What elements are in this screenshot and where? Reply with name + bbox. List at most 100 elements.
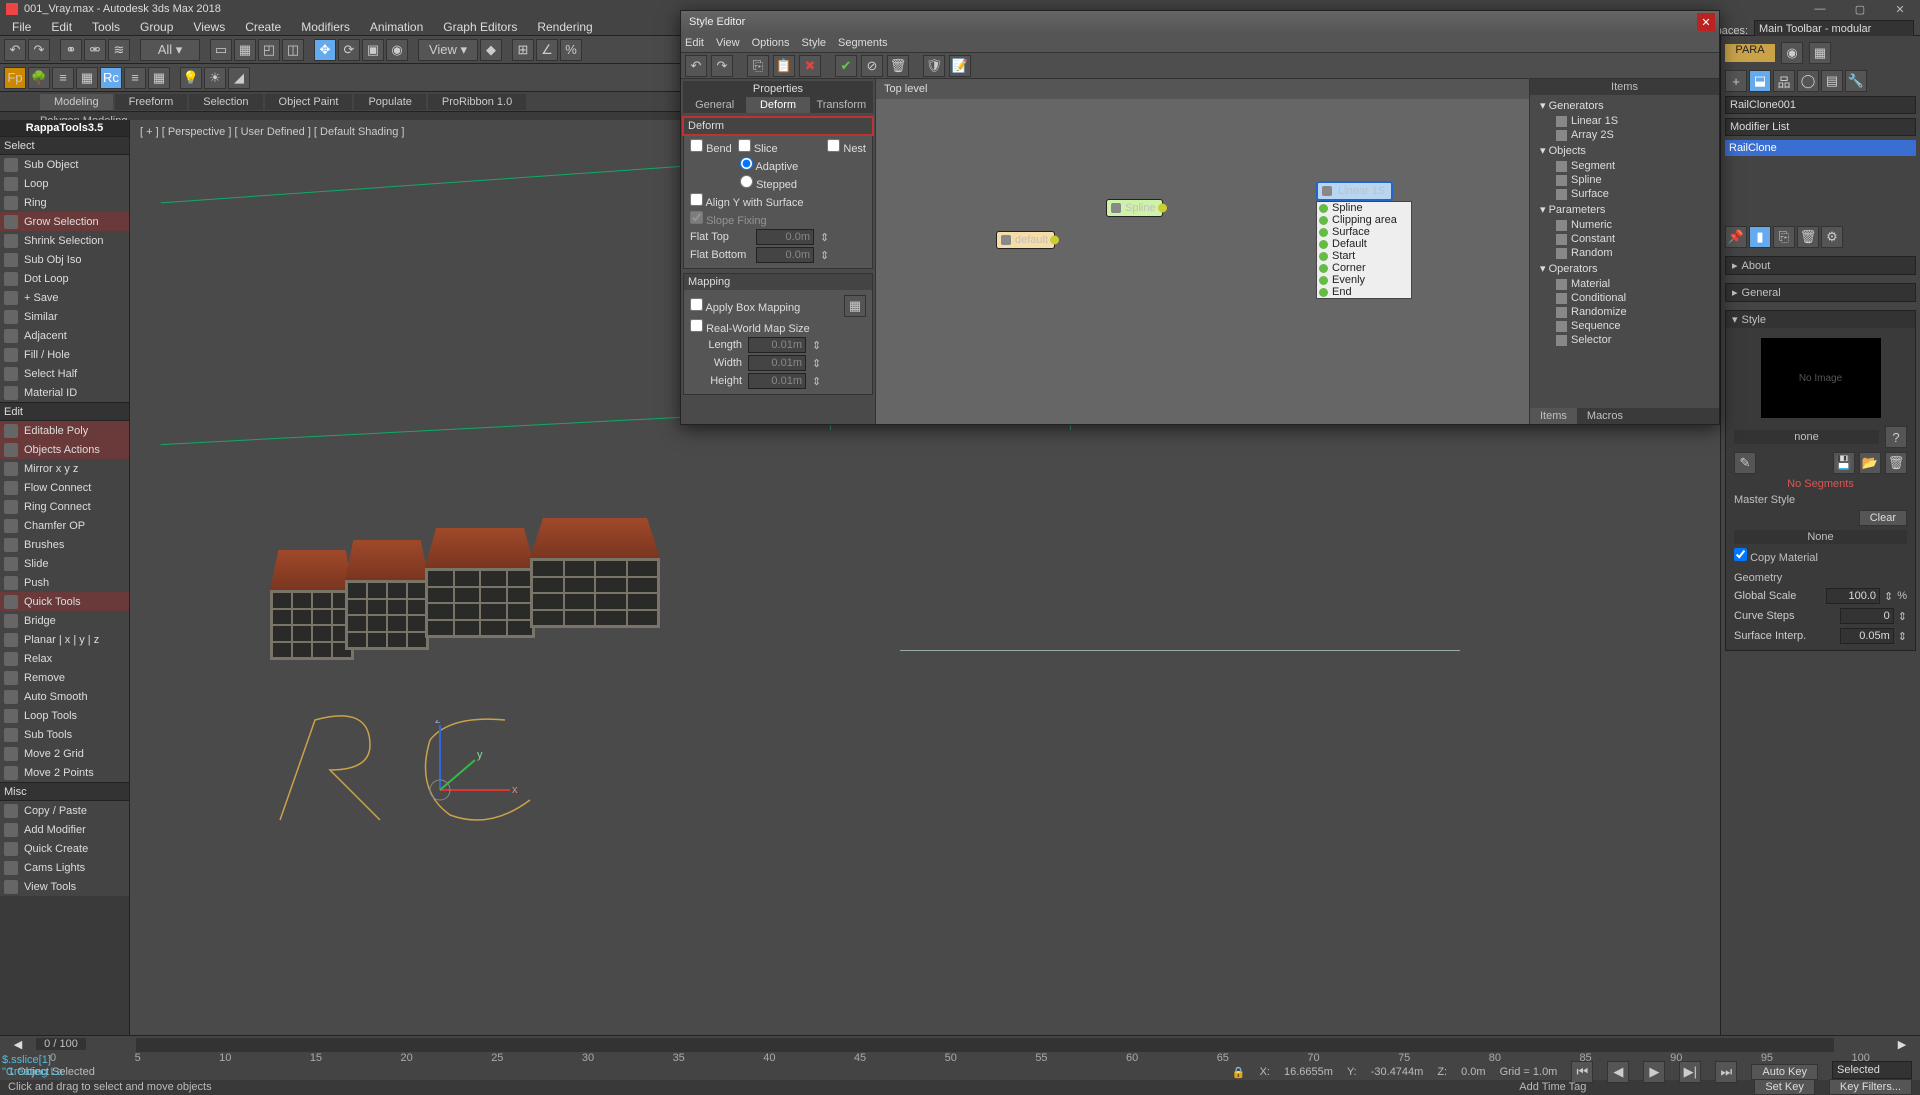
percent-snap-icon[interactable]: %: [560, 39, 582, 61]
lp-select-half[interactable]: Select Half: [0, 364, 129, 383]
lp-planar-x-y-z[interactable]: Planar | x | y | z: [0, 630, 129, 649]
tab-create-icon[interactable]: +: [1725, 70, 1747, 92]
node-default[interactable]: default: [996, 231, 1055, 249]
lp-brushes[interactable]: Brushes: [0, 535, 129, 554]
time-slider[interactable]: [136, 1038, 1834, 1052]
se-menu-options[interactable]: Options: [752, 37, 790, 49]
snap-icon[interactable]: ⊞: [512, 39, 534, 61]
coord-z[interactable]: 0.0m: [1461, 1066, 1485, 1078]
master-style-value[interactable]: None: [1734, 530, 1907, 544]
se-redo-icon[interactable]: ↷: [711, 55, 733, 77]
se-tab-deform[interactable]: Deform: [746, 97, 809, 113]
se-copy-icon[interactable]: ⎘: [747, 55, 769, 77]
subtab-selection[interactable]: Selection: [189, 94, 262, 110]
style-editor-menu[interactable]: EditViewOptionsStyleSegments: [681, 33, 1719, 53]
modifier-list-dropdown[interactable]: Modifier List: [1725, 118, 1916, 136]
style-delete-icon[interactable]: 🗑: [1885, 452, 1907, 474]
lp-remove[interactable]: Remove: [0, 668, 129, 687]
linear-input-start[interactable]: Start: [1317, 250, 1411, 262]
undo-icon[interactable]: ↶: [4, 39, 26, 61]
select-rect-icon[interactable]: ◰: [258, 39, 280, 61]
object-name-field[interactable]: [1725, 96, 1916, 114]
style-edit-icon[interactable]: ✎: [1734, 452, 1756, 474]
angle-snap-icon[interactable]: ∠: [536, 39, 558, 61]
box-mapping-checkbox[interactable]: Apply Box Mapping: [690, 298, 800, 314]
setkey-button[interactable]: Set Key: [1754, 1079, 1815, 1095]
tree-item-random[interactable]: Random: [1534, 246, 1715, 260]
menu-tools[interactable]: Tools: [84, 20, 128, 34]
lp-fill-hole[interactable]: Fill / Hole: [0, 345, 129, 364]
tree-item-linear-1s[interactable]: Linear 1S: [1534, 114, 1715, 128]
rollout-general[interactable]: ▸ General: [1726, 284, 1915, 301]
modifier-railclone[interactable]: RailClone: [1725, 140, 1916, 156]
global-scale-field[interactable]: [1826, 588, 1880, 604]
rc-list-icon[interactable]: ≡: [124, 67, 146, 89]
lp-mirror-x-y-z[interactable]: Mirror x y z: [0, 459, 129, 478]
se-menu-segments[interactable]: Segments: [838, 37, 888, 49]
menu-create[interactable]: Create: [237, 20, 289, 34]
macros-tab[interactable]: Macros: [1577, 408, 1633, 424]
lp-view-tools[interactable]: View Tools: [0, 877, 129, 896]
list-icon[interactable]: ≡: [52, 67, 74, 89]
nest-checkbox[interactable]: Nest: [827, 139, 866, 155]
listener-line1[interactable]: $.sslice[1]: [2, 1054, 63, 1066]
style-browse-icon[interactable]: ?: [1885, 426, 1907, 448]
maximize-button[interactable]: ▢: [1840, 0, 1880, 18]
tree-item-surface[interactable]: Surface: [1534, 187, 1715, 201]
lp--save[interactable]: + Save: [0, 288, 129, 307]
select-window-icon[interactable]: ◫: [282, 39, 304, 61]
items-tab[interactable]: Items: [1530, 408, 1577, 424]
lp-sub-tools[interactable]: Sub Tools: [0, 725, 129, 744]
cmd-modify-icon[interactable]: ▦: [1809, 42, 1831, 64]
add-time-tag[interactable]: Add Time Tag: [1519, 1081, 1586, 1093]
configure-icon[interactable]: ⚙: [1821, 226, 1843, 248]
cmd-create-icon[interactable]: ◉: [1781, 42, 1803, 64]
se-undo-icon[interactable]: ↶: [685, 55, 707, 77]
adaptive-radio[interactable]: Adaptive: [740, 157, 798, 173]
autokey-button[interactable]: Auto Key: [1751, 1064, 1818, 1080]
real-world-checkbox[interactable]: Real-World Map Size: [690, 319, 810, 335]
lp-bridge[interactable]: Bridge: [0, 611, 129, 630]
subtab-freeform[interactable]: Freeform: [115, 94, 188, 110]
lp-move-2-points[interactable]: Move 2 Points: [0, 763, 129, 782]
ref-coord-dropdown[interactable]: View ▾: [418, 39, 478, 61]
map-height-field[interactable]: [748, 373, 806, 389]
forest-icon[interactable]: Fp: [4, 67, 26, 89]
style-editor-close-icon[interactable]: ✕: [1697, 13, 1715, 31]
se-menu-edit[interactable]: Edit: [685, 37, 704, 49]
select-name-icon[interactable]: ▦: [234, 39, 256, 61]
lp-relax[interactable]: Relax: [0, 649, 129, 668]
style-load-icon[interactable]: 📂: [1859, 452, 1881, 474]
tree-item-spline[interactable]: Spline: [1534, 173, 1715, 187]
se-node-graph[interactable]: Top level Spline default Linear 1S Splin…: [876, 79, 1529, 424]
se-trash-icon[interactable]: 🗑: [887, 55, 909, 77]
pin-stack-icon[interactable]: 📌: [1725, 226, 1747, 248]
lp-dot-loop[interactable]: Dot Loop: [0, 269, 129, 288]
se-notes-icon[interactable]: 📝: [949, 55, 971, 77]
rollout-about[interactable]: ▸ About: [1726, 257, 1915, 274]
link-icon[interactable]: ⚭: [60, 39, 82, 61]
bind-icon[interactable]: ≋: [108, 39, 130, 61]
map-width-field[interactable]: [748, 355, 806, 371]
light-icon[interactable]: 💡: [180, 67, 202, 89]
curve-steps-field[interactable]: [1840, 608, 1894, 624]
redo-icon[interactable]: ↷: [28, 39, 50, 61]
tree-icon[interactable]: 🌳: [28, 67, 50, 89]
tree-item-array-2s[interactable]: Array 2S: [1534, 128, 1715, 142]
tree-cat-parameters[interactable]: ▾ Parameters: [1534, 201, 1715, 218]
menu-views[interactable]: Views: [185, 20, 233, 34]
menu-animation[interactable]: Animation: [362, 20, 431, 34]
select-object-icon[interactable]: ▭: [210, 39, 232, 61]
lp-material-id[interactable]: Material ID: [0, 383, 129, 402]
lp-cams-lights[interactable]: Cams Lights: [0, 858, 129, 877]
se-delete-icon[interactable]: ✖: [799, 55, 821, 77]
clear-button[interactable]: Clear: [1859, 510, 1907, 526]
linear-input-spline[interactable]: Spline: [1317, 202, 1411, 214]
listener-line2[interactable]: "Creating La: [2, 1066, 63, 1078]
lp-loop[interactable]: Loop: [0, 174, 129, 193]
selection-filter[interactable]: All ▾: [140, 39, 200, 61]
se-menu-style[interactable]: Style: [802, 37, 826, 49]
lp-similar[interactable]: Similar: [0, 307, 129, 326]
lp-flow-connect[interactable]: Flow Connect: [0, 478, 129, 497]
coord-x[interactable]: 16.6655m: [1284, 1066, 1333, 1078]
